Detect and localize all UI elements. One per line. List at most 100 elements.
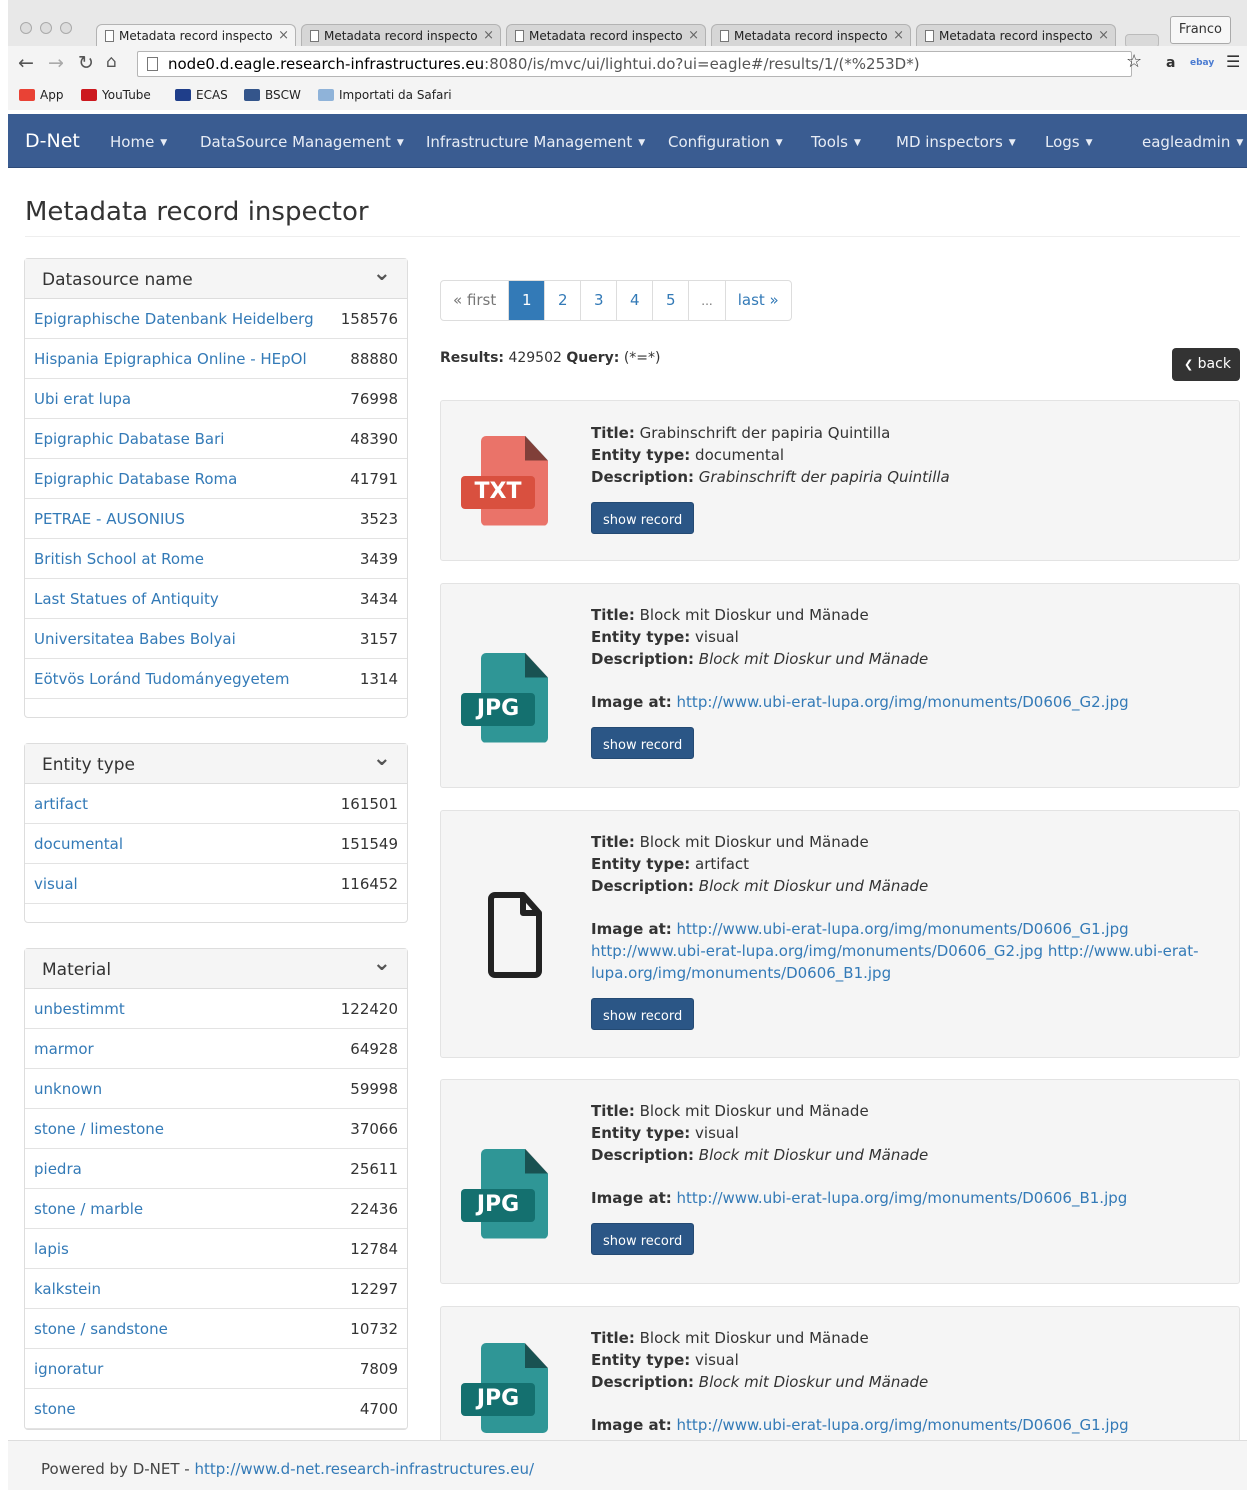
- caret-down-icon: ▼: [1236, 138, 1244, 148]
- pagination-page[interactable]: 5: [653, 281, 690, 320]
- record-description-label: Description:: [591, 1373, 695, 1391]
- amazon-extension-icon[interactable]: a: [1166, 55, 1175, 71]
- browser-tab[interactable]: Metadata record inspecto ×: [711, 24, 911, 48]
- facet-item-link[interactable]: Last Statues of Antiquity: [34, 590, 219, 608]
- bookmark-item[interactable]: ECAS: [175, 88, 228, 102]
- menu-icon[interactable]: ☰: [1226, 52, 1240, 71]
- close-tab-icon[interactable]: ×: [688, 28, 699, 43]
- nav-menu-configuration[interactable]: Configuration ▼: [668, 133, 783, 151]
- facet-item-link[interactable]: Ubi erat lupa: [34, 390, 131, 408]
- facet-item-link[interactable]: piedra: [34, 1160, 82, 1178]
- show-record-button[interactable]: show record: [591, 727, 695, 759]
- profile-button[interactable]: Franco: [1169, 16, 1231, 44]
- bookmark-item[interactable]: App: [19, 88, 63, 102]
- facet-item-link[interactable]: marmor: [34, 1040, 94, 1058]
- facet-item: Last Statues of Antiquity 3434: [25, 579, 407, 619]
- facet-item-link[interactable]: Epigraphische Datenbank Heidelberg: [34, 310, 314, 328]
- close-tab-icon[interactable]: ×: [483, 28, 494, 43]
- facet-item-link[interactable]: stone / sandstone: [34, 1320, 168, 1338]
- facet-item-link[interactable]: stone: [34, 1400, 76, 1418]
- zoom-window-icon[interactable]: [60, 22, 72, 34]
- bookmark-item[interactable]: BSCW: [244, 88, 301, 102]
- pagination-first[interactable]: « first: [441, 281, 510, 320]
- record-card: JPG Title: Block mit Dioskur und Mänade En…: [440, 1306, 1240, 1482]
- ebay-extension-icon[interactable]: ebay: [1190, 58, 1214, 68]
- address-bar[interactable]: node0.d.eagle.research-infrastructures.e…: [137, 51, 1132, 77]
- browser-tab[interactable]: Metadata record inspecto ×: [301, 24, 501, 48]
- bookmark-item[interactable]: Importati da Safari: [318, 88, 452, 102]
- show-record-button[interactable]: show record: [591, 502, 695, 534]
- back-button[interactable]: ❮ back: [1172, 348, 1240, 381]
- bookmark-item[interactable]: YouTube: [81, 88, 151, 102]
- facet-item: stone 4700: [25, 1389, 407, 1429]
- facet-item-link[interactable]: Hispania Epigraphica Online - HEpOl: [34, 350, 307, 368]
- facet-item-link[interactable]: Epigraphic Dabatase Bari: [34, 430, 224, 448]
- chevron-down-icon[interactable]: ⌄: [373, 261, 391, 286]
- nav-menu-eagleadmin[interactable]: eagleadmin ▼: [1142, 133, 1243, 151]
- facet-item-link[interactable]: documental: [34, 835, 123, 853]
- facet-item-link[interactable]: unbestimmt: [34, 1000, 125, 1018]
- facet-item-link[interactable]: ignoratur: [34, 1360, 103, 1378]
- facet-header[interactable]: Datasource name ⌄: [25, 259, 407, 299]
- facet-item: Epigraphische Datenbank Heidelberg 158576: [25, 299, 407, 339]
- browser-tab[interactable]: Metadata record inspecto ×: [916, 24, 1116, 48]
- pagination-page[interactable]: 3: [581, 281, 618, 320]
- record-image-link[interactable]: http://www.ubi-erat-lupa.org/img/monumen…: [677, 1189, 1128, 1207]
- results-summary: Results: 429502 Query: (*=*): [440, 350, 660, 366]
- facet-panel: Entity type ⌄ artifact 161501 documental 1515…: [24, 743, 408, 923]
- facet-item-link[interactable]: kalkstein: [34, 1280, 101, 1298]
- facet-item-link[interactable]: visual: [34, 875, 78, 893]
- nav-menu-infrastructure-management[interactable]: Infrastructure Management ▼: [426, 133, 645, 151]
- pagination-last[interactable]: last »: [726, 281, 791, 320]
- nav-menu-home[interactable]: Home ▼: [110, 133, 167, 151]
- record-entity-type: Entity type: artifact: [591, 853, 1221, 875]
- show-record-button[interactable]: show record: [591, 998, 695, 1030]
- brand-logo[interactable]: D-Net: [25, 130, 80, 152]
- close-tab-icon[interactable]: ×: [278, 28, 289, 43]
- facet-item-count: 76998: [350, 390, 398, 408]
- browser-tab[interactable]: Metadata record inspecto ×: [96, 24, 296, 48]
- close-tab-icon[interactable]: ×: [893, 28, 904, 43]
- show-record-button[interactable]: show record: [591, 1223, 695, 1255]
- home-icon[interactable]: ⌂: [106, 52, 117, 72]
- footer-link[interactable]: http://www.d-net.research-infrastructure…: [194, 1460, 534, 1478]
- facet-item-link[interactable]: stone / marble: [34, 1200, 143, 1218]
- close-window-icon[interactable]: [20, 22, 32, 34]
- record-description-label: Description:: [591, 468, 695, 486]
- facet-item-link[interactable]: lapis: [34, 1240, 69, 1258]
- bookmark-star-icon[interactable]: ☆: [1126, 51, 1142, 72]
- close-tab-icon[interactable]: ×: [1098, 28, 1109, 43]
- facet-header[interactable]: Entity type ⌄: [25, 744, 407, 784]
- reload-icon[interactable]: ↻: [78, 52, 94, 74]
- pagination-page[interactable]: 1: [509, 281, 546, 320]
- nav-menu-datasource-management[interactable]: DataSource Management ▼: [200, 133, 404, 151]
- back-arrow-icon[interactable]: ←: [18, 52, 34, 74]
- facet-item-link[interactable]: unknown: [34, 1080, 102, 1098]
- forward-arrow-icon[interactable]: →: [48, 52, 64, 74]
- browser-tab[interactable]: Metadata record inspecto ×: [506, 24, 706, 48]
- facet-item-link[interactable]: Universitatea Babes Bolyai: [34, 630, 236, 648]
- chevron-down-icon[interactable]: ⌄: [373, 951, 391, 976]
- nav-menu-logs[interactable]: Logs ▼: [1045, 133, 1093, 151]
- minimize-window-icon[interactable]: [40, 22, 52, 34]
- facet-item-link[interactable]: Eötvös Loránd Tudományegyetem: [34, 670, 289, 688]
- facet-header[interactable]: Material ⌄: [25, 949, 407, 989]
- record-image-link[interactable]: http://www.ubi-erat-lupa.org/img/monumen…: [677, 693, 1129, 711]
- facet-item-link[interactable]: British School at Rome: [34, 550, 204, 568]
- record-image-link[interactable]: http://www.ubi-erat-lupa.org/img/monumen…: [591, 942, 1043, 960]
- record-image-link[interactable]: http://www.ubi-erat-lupa.org/img/monumen…: [677, 1416, 1129, 1434]
- record-description-value: Grabinschrift der papiria Quintilla: [698, 468, 950, 486]
- nav-menu-tools[interactable]: Tools ▼: [811, 133, 861, 151]
- nav-menu-md-inspectors[interactable]: MD inspectors ▼: [896, 133, 1016, 151]
- chevron-down-icon[interactable]: ⌄: [373, 746, 391, 771]
- pagination-page[interactable]: 4: [617, 281, 654, 320]
- pagination-page[interactable]: 2: [545, 281, 582, 320]
- record-image-link[interactable]: http://www.ubi-erat-lupa.org/img/monumen…: [677, 920, 1129, 938]
- youtube-icon: [81, 89, 97, 101]
- facet-panel: Datasource name ⌄ Epigraphische Datenbank …: [24, 258, 408, 718]
- panel-padding: [25, 904, 407, 922]
- facet-item-link[interactable]: Epigraphic Database Roma: [34, 470, 237, 488]
- facet-item-link[interactable]: artifact: [34, 795, 88, 813]
- facet-item-link[interactable]: PETRAE - AUSONIUS: [34, 510, 185, 528]
- facet-item-link[interactable]: stone / limestone: [34, 1120, 164, 1138]
